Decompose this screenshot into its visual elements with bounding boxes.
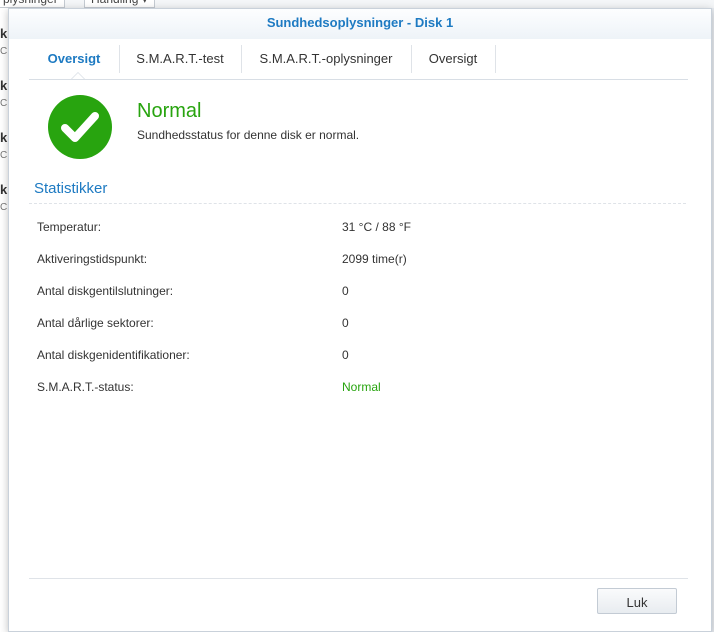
list-item-subtitle: C (0, 150, 8, 161)
stat-label-power-on-time: Aktiveringstidspunkt: (37, 252, 148, 266)
tab-smart-test[interactable]: S.M.A.R.T.-test (119, 45, 242, 73)
background-toolbar: plysninger Handling ▾ (0, 0, 714, 8)
list-item-subtitle: C (0, 46, 8, 57)
background-action-button[interactable]: Handling ▾ (84, 0, 155, 8)
tab-label: Oversigt (47, 51, 101, 66)
list-item-title: k (0, 130, 8, 145)
status-description: Sundhedsstatus for denne disk er normal. (137, 128, 360, 142)
background-info-button[interactable]: plysninger (0, 0, 65, 8)
section-divider (29, 203, 686, 204)
stat-label-reidentifications: Antal diskgenidentifikationer: (37, 348, 190, 362)
stat-value-reidentifications: 0 (342, 348, 349, 362)
stat-label-temperature: Temperatur: (37, 220, 102, 234)
tab-overview[interactable]: Oversigt (29, 45, 120, 73)
dialog-title-bar[interactable]: Sundhedsoplysninger - Disk 1 (9, 9, 711, 39)
tab-smart-info[interactable]: S.M.A.R.T.-oplysninger (241, 45, 412, 73)
stat-value-bad-sectors: 0 (342, 316, 349, 330)
footer-divider (29, 578, 688, 579)
list-item-title: k (0, 78, 8, 93)
stat-label-reconnections: Antal diskgentilslutninger: (37, 284, 174, 298)
stat-value-smart-status: Normal (342, 380, 381, 394)
stat-label-smart-status: S.M.A.R.T.-status: (37, 380, 134, 394)
active-tab-indicator (71, 72, 85, 79)
tab-label: S.M.A.R.T.-oplysninger (259, 51, 393, 66)
list-item-title: k (0, 26, 8, 41)
stat-value-power-on-time: 2099 time(r) (342, 252, 407, 266)
health-info-dialog: Sundhedsoplysninger - Disk 1 Oversigt S.… (8, 8, 712, 632)
stat-value-temperature: 31 °C / 88 °F (342, 220, 411, 234)
stat-label-bad-sectors: Antal dårlige sektorer: (37, 316, 154, 330)
dialog-title: Sundhedsoplysninger - Disk 1 (266, 15, 454, 30)
section-title: Statistikker (34, 180, 108, 197)
tab-label: S.M.A.R.T.-test (136, 51, 224, 66)
list-item-subtitle: C (0, 202, 8, 213)
tab-bar: Oversigt S.M.A.R.T.-test S.M.A.R.T.-oply… (29, 39, 688, 80)
tab-overview-2[interactable]: Oversigt (411, 45, 496, 73)
close-button[interactable]: Luk (597, 588, 677, 614)
list-item-subtitle: C (0, 98, 8, 109)
tab-label: Oversigt (428, 51, 478, 66)
check-circle-icon (48, 95, 112, 159)
status-heading: Normal (137, 100, 202, 122)
list-item-title: k (0, 182, 8, 197)
stat-value-reconnections: 0 (342, 284, 349, 298)
